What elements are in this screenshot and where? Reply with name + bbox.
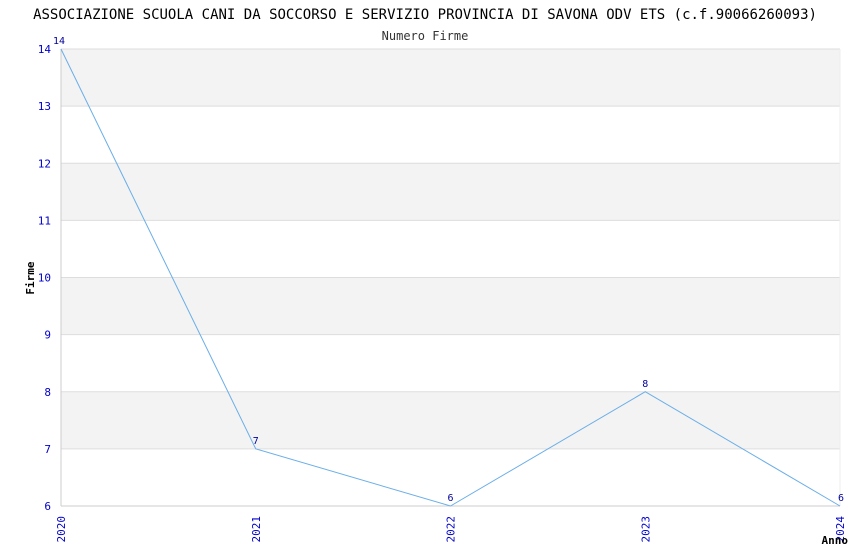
y-tick-8: 8 — [44, 386, 51, 399]
x-axis-label: Anno — [822, 534, 849, 547]
y-tick-11: 11 — [38, 214, 51, 227]
y-tick-13: 13 — [38, 100, 51, 113]
x-tick-labels: 2020 2021 2022 2023 2024 — [55, 516, 847, 543]
y-axis-label: Firme — [24, 261, 37, 294]
x-tick-2022: 2022 — [445, 516, 458, 543]
y-tick-7: 7 — [44, 443, 51, 456]
chart-subtitle: Numero Firme — [382, 29, 469, 43]
chart: 67891011121314 2020 2021 2022 2023 2024 1476… — [24, 7, 849, 547]
y-tick-10: 10 — [38, 272, 51, 285]
data-label-2024: 6 — [838, 493, 844, 504]
y-tick-12: 12 — [38, 157, 51, 170]
data-label-2022: 6 — [447, 493, 453, 504]
y-tick-9: 9 — [44, 329, 51, 342]
y-tick-labels: 6 7 8 9 10 11 12 13 14 — [38, 43, 52, 513]
chart-title: ASSOCIAZIONE SCUOLA CANI DA SOCCORSO E S… — [33, 7, 817, 23]
band-9 — [61, 277, 840, 335]
data-label-2021: 7 — [253, 436, 259, 447]
y-tick-6: 6 — [44, 500, 51, 513]
x-tick-2021: 2021 — [250, 516, 263, 543]
data-label-2023: 8 — [642, 379, 648, 390]
band-13 — [61, 49, 840, 107]
plot-bands — [61, 49, 840, 449]
x-tick-2023: 2023 — [639, 516, 652, 543]
x-tick-2020: 2020 — [55, 516, 68, 543]
data-label-2020: 14 — [53, 36, 65, 47]
band-11 — [61, 163, 840, 221]
y-tick-14: 14 — [38, 43, 52, 56]
band-7 — [61, 391, 840, 449]
